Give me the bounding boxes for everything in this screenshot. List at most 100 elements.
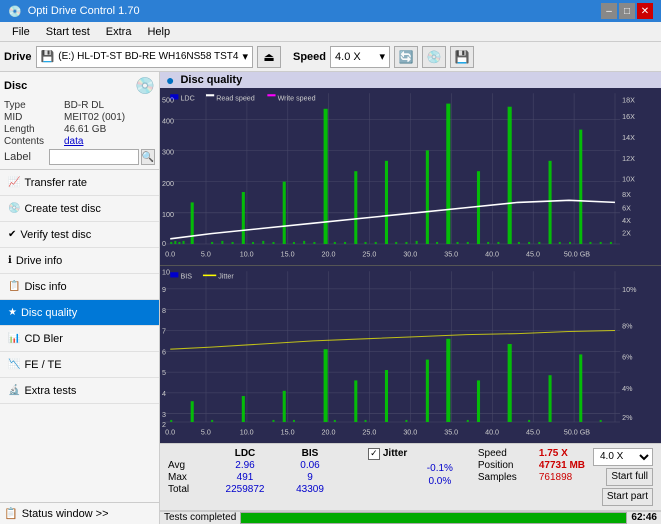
verify-test-disc-label: Verify test disc [20,229,91,241]
sidebar-item-drive-info[interactable]: ℹ Drive info [0,248,159,274]
contents-value[interactable]: data [64,136,83,147]
svg-text:45.0: 45.0 [526,249,540,258]
verify-test-disc-icon: ✔ [8,229,16,240]
stats-table: LDC BIS Avg 2.96 0.06 Max 491 9 [164,446,364,497]
svg-text:40.0: 40.0 [485,249,499,258]
svg-text:45.0: 45.0 [526,427,540,436]
jitter-checkbox[interactable]: ✓ [368,448,380,460]
type-label: Type [4,100,64,111]
disc-quality-chart-title: Disc quality [180,74,242,86]
empty-header [168,448,210,459]
sidebar-item-fe-te[interactable]: 📉 FE / TE [0,352,159,378]
svg-text:18X: 18X [622,96,635,105]
svg-text:15.0: 15.0 [281,249,295,258]
svg-text:5.0: 5.0 [201,249,211,258]
jitter-max-val: 0.0% [410,476,470,487]
svg-text:6X: 6X [622,204,631,213]
extra-tests-icon: 🔬 [8,385,20,396]
type-value: BD-R DL [64,100,104,111]
svg-text:8X: 8X [622,190,631,199]
sidebar-item-create-test-disc[interactable]: 💿 Create test disc [0,196,159,222]
refresh-button[interactable]: 🔄 [394,46,418,68]
sidebar-item-disc-quality[interactable]: ★ Disc quality [0,300,159,326]
avg-bis: 0.06 [280,460,340,471]
sidebar-item-disc-info[interactable]: 📋 Disc info [0,274,159,300]
svg-text:30.0: 30.0 [403,427,417,436]
sidebar-item-extra-tests[interactable]: 🔬 Extra tests [0,378,159,404]
save-button[interactable]: 💾 [450,46,474,68]
svg-text:12X: 12X [622,154,635,163]
menu-extra[interactable]: Extra [98,24,140,40]
content-area: ● Disc quality [160,72,661,524]
ldc-header: LDC [210,448,280,459]
svg-text:15.0: 15.0 [281,427,295,436]
svg-text:Jitter: Jitter [218,271,234,280]
svg-text:Read speed: Read speed [216,93,255,102]
sidebar-item-transfer-rate[interactable]: 📈 Transfer rate [0,170,159,196]
svg-text:2X: 2X [622,229,631,238]
drive-selector[interactable]: 💾 (E:) HL-DT-ST BD-RE WH16NS58 TST4 ▾ [36,46,253,68]
svg-text:40.0: 40.0 [485,427,499,436]
drive-label: Drive [4,51,32,63]
disc-button[interactable]: 💿 [422,46,446,68]
svg-text:50.0 GB: 50.0 GB [564,249,590,258]
max-ldc: 491 [210,472,280,483]
bis-jitter-chart: BIS Jitter [160,266,661,443]
svg-text:100: 100 [162,210,174,219]
samples-row: Samples 761898 [478,472,585,483]
start-full-button[interactable]: Start full [606,468,653,486]
position-row: Position 47731 MB [478,460,585,471]
max-row: Max 491 9 [168,472,360,483]
eject-button[interactable]: ⏏ [257,46,281,68]
maximize-button[interactable]: □ [619,3,635,19]
sidebar-item-cd-bler[interactable]: 📊 CD Bler [0,326,159,352]
svg-text:0: 0 [162,239,166,248]
disc-panel-title: Disc [4,80,27,92]
bis-header: BIS [280,448,340,459]
svg-text:Write speed: Write speed [278,93,316,102]
cd-bler-label: CD Bler [24,333,63,345]
sidebar-item-verify-test-disc[interactable]: ✔ Verify test disc [0,222,159,248]
avg-ldc: 2.96 [210,460,280,471]
jitter-avg-label [368,463,410,474]
menu-help[interactable]: Help [139,24,178,40]
speed-dropdown-select[interactable]: 4.0 X 2.0 X 8.0 X [593,448,653,466]
menu-file[interactable]: File [4,24,38,40]
svg-text:5: 5 [162,368,166,377]
sidebar: Disc 💿 Type BD-R DL MID MEIT02 (001) Len… [0,72,160,524]
svg-text:10.0: 10.0 [240,427,254,436]
app-title: Opti Drive Control 1.70 [28,5,140,17]
mid-value: MEIT02 (001) [64,112,125,123]
fe-te-icon: 📉 [8,359,20,370]
disc-panel-icon: 💿 [135,76,155,96]
svg-text:10: 10 [162,267,170,276]
drive-icon: 💾 [41,50,55,63]
speed-label: Speed [293,51,326,63]
right-controls: 4.0 X 2.0 X 8.0 X Start full Start part [589,446,657,508]
start-part-button[interactable]: Start part [602,488,653,506]
svg-text:35.0: 35.0 [444,427,458,436]
svg-text:3: 3 [162,410,166,419]
status-window-button[interactable]: 📋 Status window >> [0,502,159,524]
speed-row: Speed 1.75 X [478,448,585,459]
label-input[interactable] [49,149,139,165]
svg-text:10X: 10X [622,175,635,184]
speed-value: 4.0 X [335,51,361,63]
status-window-icon: 📋 [4,507,18,520]
total-ldc: 2259872 [210,484,280,495]
jitter-max-label [368,476,410,487]
svg-text:300: 300 [162,148,174,157]
avg-label: Avg [168,460,210,471]
menu-bar: File Start test Extra Help [0,22,661,42]
speed-selector[interactable]: 4.0 X ▾ [330,46,390,68]
svg-text:9: 9 [162,285,166,294]
jitter-speed-section: ✓ Jitter -0.1% 0.0% [364,446,474,490]
minimize-button[interactable]: – [601,3,617,19]
length-label: Length [4,124,64,135]
svg-text:0.0: 0.0 [165,249,175,258]
menu-start-test[interactable]: Start test [38,24,98,40]
svg-text:35.0: 35.0 [444,249,458,258]
close-button[interactable]: ✕ [637,3,653,19]
contents-label: Contents [4,136,64,147]
label-search-button[interactable]: 🔍 [141,149,155,165]
